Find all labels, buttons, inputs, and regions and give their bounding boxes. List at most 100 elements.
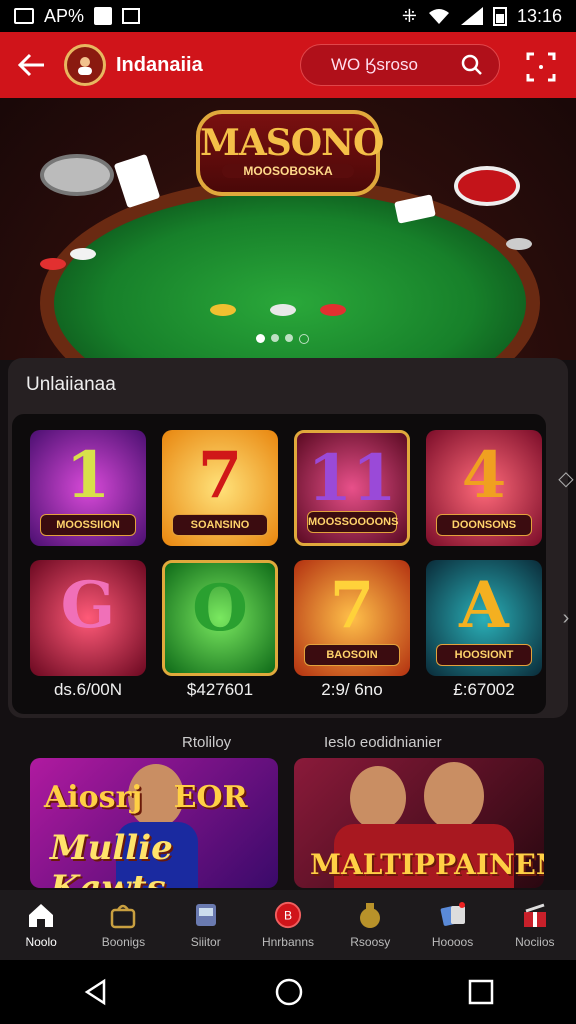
app-title: Indanaiia [116,53,203,76]
chip [320,304,346,316]
recents-square-icon[interactable] [468,979,494,1005]
nav-item-slots[interactable]: Siiitor [165,890,247,960]
host-portrait-right [424,762,484,830]
host-portrait-left [350,766,406,830]
status-bar: AP% ⁜ 13:16 [0,0,576,32]
chip [40,258,66,270]
chip [210,304,236,316]
right-wheel [454,166,520,206]
promo-card-left[interactable]: Aiosrj EOR Mullie Kawts [30,758,278,888]
mute-icon: ⁜ [401,5,417,26]
promo-card-right[interactable]: MALTIPPAINEN [294,758,544,888]
promo-title-bottom: Mullie Kawts [50,828,173,888]
image-icon [122,8,141,24]
promo-heading-right: Ieslo eodidnianier [324,734,442,751]
nav-label: Rsoosy [350,935,391,949]
scroll-right-icon[interactable]: › [556,604,576,632]
cards-icon [440,902,465,926]
game-tile[interactable]: G [30,560,146,676]
nav-label: Nociios [515,935,555,949]
nav-item-home[interactable]: Noolo [0,890,82,960]
home-circle-icon[interactable] [274,977,304,1007]
hero-banner[interactable]: MASONO MOOSOBOSKA [0,98,576,360]
nav-item-bag[interactable]: Boonigs [82,890,164,960]
nav-label: Hoooos [431,935,474,949]
nav-label: Siiitor [190,935,221,949]
nav-item-gift[interactable]: Nociios [494,890,576,960]
tile-symbol: A [459,568,509,643]
search-icon[interactable] [461,54,483,76]
search-input[interactable]: WO Ӄsroso [300,44,500,86]
game-tile[interactable]: 7 SOANSINO [162,430,278,546]
chip [270,304,296,316]
nav-label: Noolo [25,935,57,949]
game-tile[interactable]: 4 DOONSONS [426,430,542,546]
nav-item-money[interactable]: Rsoosy [329,890,411,960]
game-tile[interactable]: 1 MOOSSIION [30,430,146,546]
tile-label: DOONSONS [436,514,532,536]
notification-icon [94,7,113,25]
game-price: 2:9/ 6no [321,680,383,699]
screenshot-icon [14,8,34,24]
carousel-dots[interactable] [256,334,309,344]
battery-icon [492,7,507,26]
carrier-text: AP% [44,5,85,26]
nav-label: Hnrbanns [261,935,314,949]
app-logo[interactable] [64,44,106,86]
tile-symbol: 7 [197,438,243,513]
tile-label: MOOSSOOOONS [307,511,398,533]
poker-table-image [40,178,540,360]
promo-heading-left: Rtoliloy [182,734,232,751]
carousel-dot[interactable] [271,334,279,342]
bag-icon [111,904,136,929]
hero-title: MASONO [200,122,384,164]
tile-symbol: 11 [307,441,397,516]
tile-symbol: 4 [461,438,507,513]
left-wheel [40,154,114,196]
slot-machine-icon [195,904,216,926]
game-tile[interactable]: O [162,560,278,676]
nav-item-coin[interactable]: B Hnrbanns [247,890,329,960]
system-nav-bar [0,960,576,1024]
back-triangle-icon[interactable] [82,978,110,1006]
tile-symbol: 7 [329,568,375,643]
bottom-nav: Noolo Boonigs Siiitor B Hnrbanns Rsoosy … [0,890,576,960]
game-price: $427601 [186,680,254,699]
grid-menu-icon[interactable] [526,52,556,82]
tile-symbol: G [60,568,116,643]
app-header: Indanaiia WO Ӄsroso [0,32,576,98]
nav-item-cards[interactable]: Hoooos [411,890,493,960]
back-button[interactable] [14,47,50,83]
promo-title: MALTIPPAINEN [310,848,544,881]
scroll-right-small-icon[interactable]: ◇ [556,464,576,492]
games-panel: Unlaiianaa 1 MOOSSIION 7 SOANSINO 11 MOO… [8,358,574,718]
coin-icon: B [274,901,302,929]
game-tile[interactable]: 7 BAOSOIN [294,560,410,676]
tile-label: HOOSIONT [436,644,532,666]
tile-symbol: O [192,571,248,646]
home-icon [29,904,54,927]
games-grid: 1 MOOSSIION 7 SOANSINO 11 MOOSSOOOONS 4 … [12,414,546,714]
carousel-dot[interactable] [256,334,265,343]
signal-icon [460,7,483,25]
section-title: Unlaiianaa [26,374,116,395]
carousel-dot[interactable] [285,334,293,342]
tile-label: SOANSINO [172,514,268,536]
tile-label: BAOSOIN [304,644,400,666]
logo-icon [78,57,92,75]
gift-icon [523,903,546,927]
back-arrow-icon [18,53,44,77]
game-tile[interactable]: A HOOSIONT [426,560,542,676]
clock: 13:16 [516,5,562,26]
tile-label: MOOSSIION [40,514,136,536]
promo-title-top: Aiosrj EOR [44,780,248,815]
game-tile[interactable]: 11 MOOSSOOOONS [294,430,410,546]
money-bag-icon [360,903,381,928]
wifi-icon [428,9,449,24]
carousel-dot[interactable] [299,334,309,344]
search-text: WO Ӄsroso [331,55,418,74]
game-price: ds.6/00N [53,680,123,699]
game-price: £:67002 [453,680,515,699]
chip [506,238,532,250]
hero-subtitle: MOOSOBOSKA [222,164,354,178]
